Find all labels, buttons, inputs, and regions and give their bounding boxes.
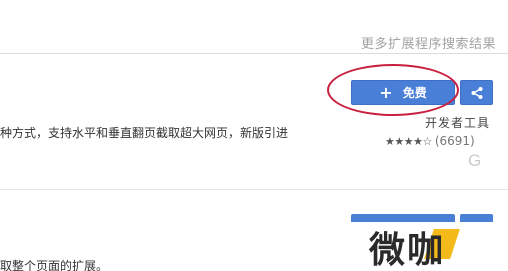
second-extension-description: 取整个页面的扩展。	[0, 259, 109, 271]
free-button-label: 免费	[402, 86, 427, 100]
extension-rating: ★★★★☆ (6691)	[385, 134, 475, 148]
share-button[interactable]	[460, 80, 493, 105]
mid-divider	[0, 189, 508, 190]
star-rating-icon: ★★★★☆	[385, 134, 432, 148]
g-icon: G	[468, 151, 482, 170]
more-results-link[interactable]: 更多扩展程序搜索结果	[361, 33, 496, 52]
rating-count: (6691)	[434, 134, 475, 148]
extension-category[interactable]: 开发者工具	[425, 114, 490, 131]
extension-search-results: 更多扩展程序搜索结果 + 免费 种方式，支持水平和垂直翻页截取超大网页，新版引进…	[0, 0, 508, 271]
share-icon	[471, 86, 482, 99]
extension-description: 种方式，支持水平和垂直翻页截取超大网页，新版引进	[0, 126, 289, 140]
watermark-text: 微咖	[369, 221, 460, 271]
top-divider	[0, 53, 508, 54]
watermark-logo: 微咖	[306, 222, 508, 271]
plus-icon: +	[379, 82, 393, 102]
add-free-button[interactable]: + 免费	[351, 80, 455, 105]
